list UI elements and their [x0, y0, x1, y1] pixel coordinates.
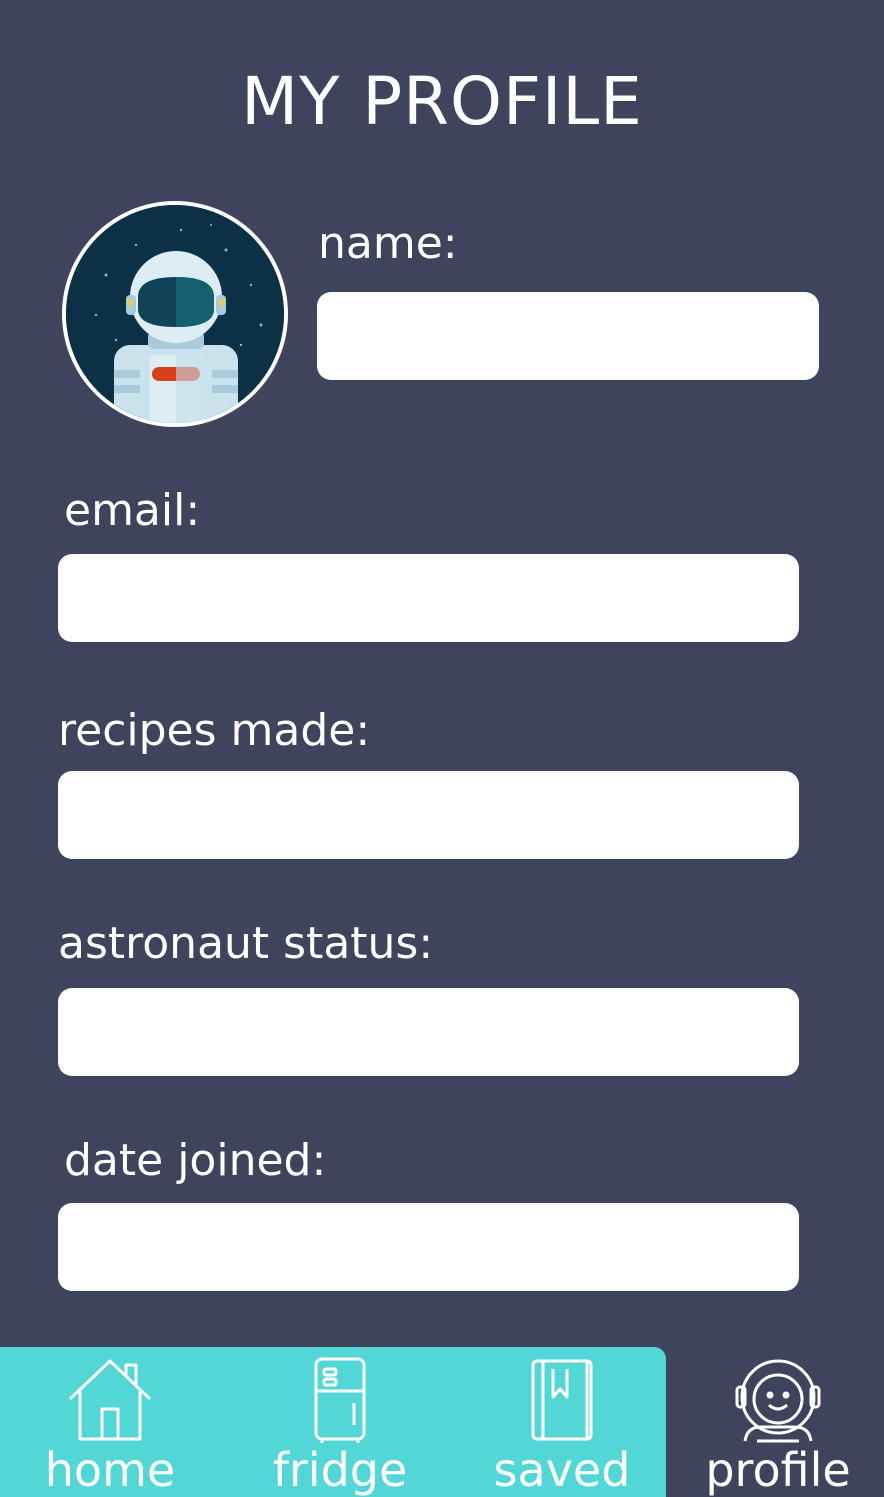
fridge-icon: [310, 1357, 370, 1447]
email-input[interactable]: [58, 554, 799, 642]
book-icon: [529, 1357, 595, 1447]
name-label: name:: [318, 218, 458, 269]
house-icon: [66, 1357, 154, 1447]
nav-item-fridge[interactable]: fridge: [252, 1347, 428, 1497]
astronaut-icon: [733, 1357, 823, 1447]
astronaut-status-input[interactable]: [58, 988, 799, 1076]
astronaut-status-label: astronaut status:: [58, 918, 434, 969]
bottom-nav: home fridge saved profile: [0, 1347, 884, 1497]
nav-item-home[interactable]: home: [22, 1347, 198, 1497]
nav-item-saved[interactable]: saved: [474, 1347, 650, 1497]
nav-label-fridge: fridge: [272, 1443, 408, 1497]
page-title: MY PROFILE: [241, 63, 643, 140]
email-label: email:: [64, 485, 201, 536]
nav-item-profile[interactable]: profile: [690, 1347, 866, 1497]
recipes-made-label: recipes made:: [58, 705, 371, 756]
nav-label-profile: profile: [705, 1443, 851, 1497]
name-input[interactable]: [317, 292, 819, 380]
astronaut-avatar-icon: [62, 201, 288, 427]
nav-label-home: home: [44, 1443, 176, 1497]
date-joined-label: date joined:: [64, 1135, 327, 1186]
date-joined-input[interactable]: [58, 1203, 799, 1291]
nav-label-saved: saved: [493, 1443, 631, 1497]
recipes-made-input[interactable]: [58, 771, 799, 859]
